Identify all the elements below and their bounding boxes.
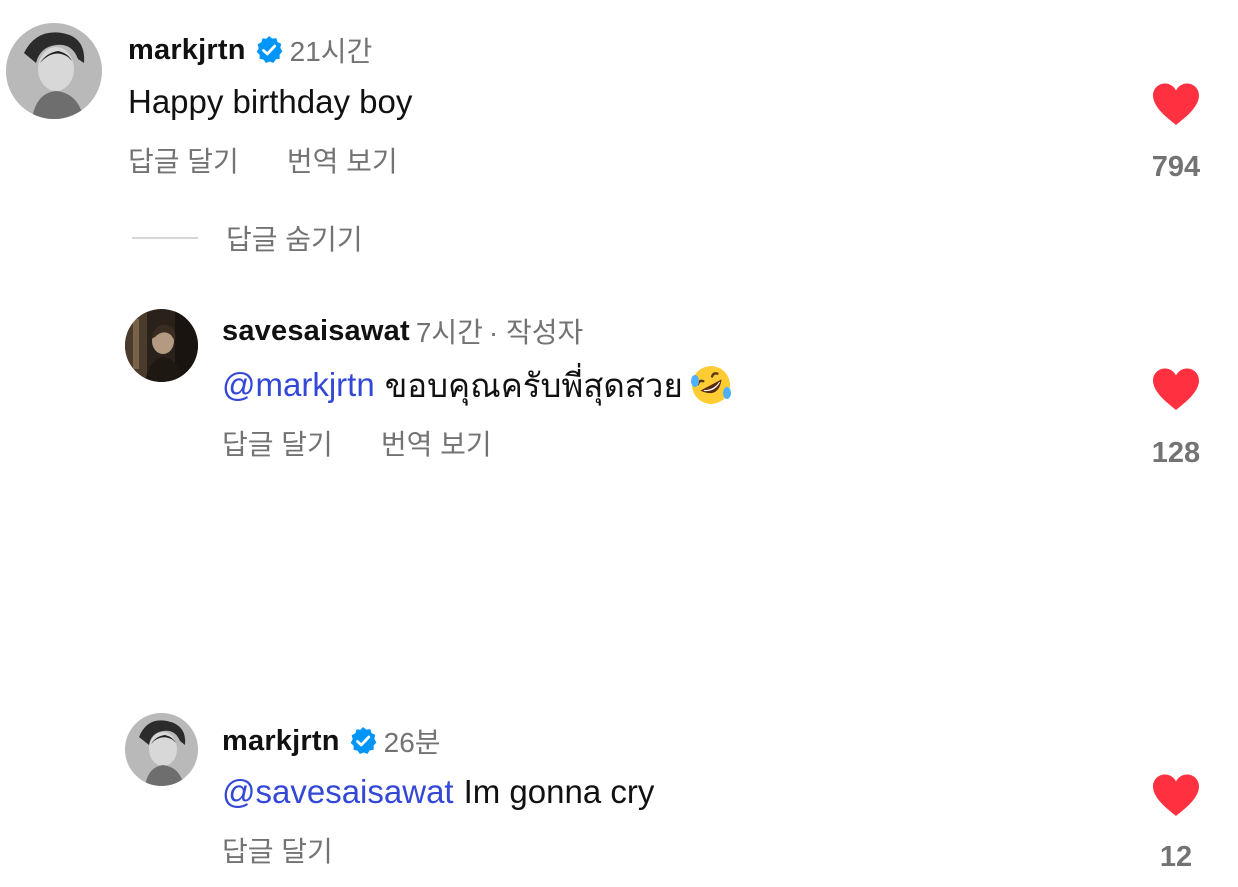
avatar[interactable]	[125, 713, 198, 786]
mention-link[interactable]: @markjrtn	[222, 366, 375, 404]
comment-actions: 답글 달기	[222, 830, 381, 870]
comment-time: 21시간	[289, 36, 373, 67]
hide-replies-button[interactable]: 답글 숨기기	[132, 218, 363, 258]
heart-icon	[1153, 83, 1199, 125]
hide-replies-label: 답글 숨기기	[226, 224, 363, 255]
comment-actions: 답글 달기 번역 보기	[128, 140, 446, 180]
username[interactable]: savesaisawat	[222, 315, 410, 348]
mention-link[interactable]: @savesaisawat	[222, 773, 454, 811]
username[interactable]: markjrtn	[222, 725, 340, 758]
like-count[interactable]: 12	[1116, 841, 1236, 874]
comment-header: markjrtn 21시간	[128, 30, 372, 70]
translate-button[interactable]: 번역 보기	[287, 140, 398, 180]
avatar[interactable]	[125, 309, 198, 382]
comment-header: savesaisawat 7시간 · 작성자	[222, 311, 583, 351]
author-tag: · 작성자	[488, 317, 584, 348]
comment-text: Happy birthday boy	[128, 83, 413, 120]
like-button[interactable]	[1146, 82, 1206, 126]
reply-button[interactable]: 답글 달기	[222, 423, 333, 463]
like-count[interactable]: 794	[1116, 151, 1236, 184]
heart-icon	[1153, 774, 1199, 816]
like-button[interactable]	[1146, 367, 1206, 411]
like-button[interactable]	[1146, 773, 1206, 817]
username[interactable]: markjrtn	[128, 34, 246, 67]
comment-actions: 답글 달기 번역 보기	[222, 423, 540, 463]
comment-header: markjrtn 26분	[222, 721, 441, 761]
avatar[interactable]	[6, 23, 102, 119]
comment-text: ขอบคุณครับพี่สุดสวย	[384, 366, 683, 404]
translate-button[interactable]: 번역 보기	[381, 423, 492, 463]
reply-button[interactable]: 답글 달기	[128, 140, 239, 180]
reply-button[interactable]: 답글 달기	[222, 830, 333, 870]
verified-badge-icon	[254, 35, 284, 65]
like-count[interactable]: 128	[1116, 437, 1236, 470]
heart-icon	[1153, 368, 1199, 410]
comment-text: Im gonna cry	[463, 773, 655, 810]
comment-text-row: @savesaisawat Im gonna cry	[222, 770, 654, 814]
comment-time: 7시간	[415, 317, 483, 348]
rolling-on-floor-laughing-emoji-icon	[689, 363, 733, 407]
replies-divider	[132, 237, 198, 239]
comment-time: 26분	[383, 727, 441, 758]
comment-text-row: Happy birthday boy	[128, 80, 412, 124]
verified-badge-icon	[348, 726, 378, 756]
comment-text-row: @markjrtn ขอบคุณครับพี่สุดสวย	[222, 362, 733, 408]
